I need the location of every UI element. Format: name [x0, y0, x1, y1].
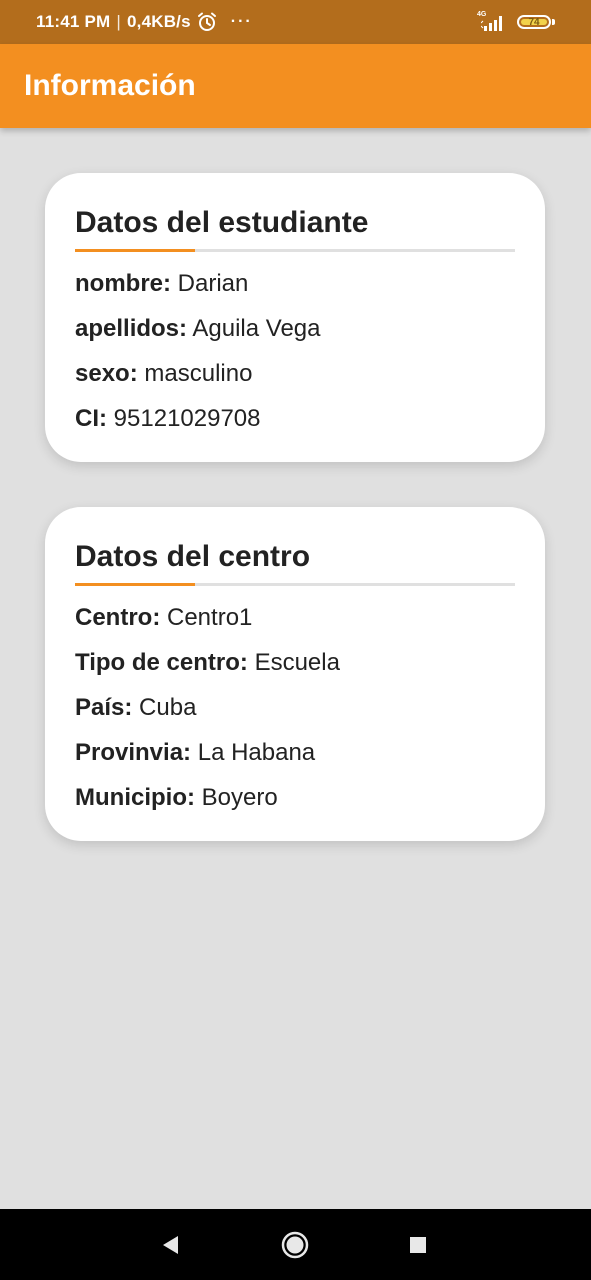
- field-value: masculino: [144, 360, 253, 387]
- field-value: Centro1: [167, 604, 253, 631]
- field-pais: País: Cuba: [75, 685, 515, 730]
- recent-apps-icon: [410, 1236, 426, 1253]
- field-label: Centro:: [75, 604, 161, 631]
- cellular-signal-icon: 4G: [477, 11, 509, 33]
- status-bar: 11:41 PM | 0,4KB/s ··· 4G 74: [0, 0, 591, 44]
- center-card-divider: [75, 583, 515, 586]
- field-label: País:: [75, 694, 133, 721]
- network-speed: 0,4KB/s: [127, 12, 191, 31]
- field-value: Boyero: [201, 784, 278, 811]
- student-card-divider: [75, 249, 515, 252]
- student-info-card: Datos del estudiante nombre: Darian apel…: [45, 173, 545, 462]
- center-info-card: Datos del centro Centro: Centro1 Tipo de…: [45, 507, 545, 841]
- page-title: Información: [24, 69, 196, 102]
- status-left: 11:41 PM | 0,4KB/s ···: [36, 0, 253, 44]
- field-label: Municipio:: [75, 784, 195, 811]
- field-value: La Habana: [197, 739, 316, 766]
- field-sexo: sexo: masculino: [75, 351, 515, 396]
- student-card-title: Datos del estudiante: [75, 206, 369, 239]
- field-value: Aguila Vega: [192, 315, 321, 342]
- battery-icon: 74: [517, 15, 551, 29]
- student-fields: nombre: Darian apellidos: Aguila Vega se…: [75, 261, 515, 441]
- battery-tip: [552, 19, 555, 25]
- field-value: 95121029708: [113, 405, 261, 432]
- more-notifications-icon: ···: [230, 13, 253, 30]
- field-apellidos: apellidos: Aguila Vega: [75, 306, 515, 351]
- battery-level: 74: [528, 16, 540, 28]
- status-time: 11:41 PM: [36, 12, 111, 31]
- field-ci: CI: 95121029708: [75, 396, 515, 441]
- field-value: Escuela: [254, 649, 340, 676]
- field-label: Provinvia:: [75, 739, 192, 766]
- field-nombre: nombre: Darian: [75, 261, 515, 306]
- student-card-divider-accent: [75, 249, 195, 252]
- field-label: apellidos:: [75, 315, 188, 342]
- home-button[interactable]: [265, 1209, 325, 1280]
- field-municipio: Municipio: Boyero: [75, 775, 515, 820]
- center-card-title: Datos del centro: [75, 540, 311, 573]
- recent-apps-button[interactable]: [388, 1209, 448, 1280]
- field-value: Darian: [177, 270, 249, 297]
- field-provincia: Provinvia: La Habana: [75, 730, 515, 775]
- field-label: nombre:: [75, 270, 171, 297]
- center-fields: Centro: Centro1 Tipo de centro: Escuela …: [75, 595, 515, 820]
- field-label: Tipo de centro:: [75, 649, 248, 676]
- status-separator: |: [116, 12, 121, 31]
- field-label: sexo:: [75, 360, 138, 387]
- field-value: Cuba: [139, 694, 197, 721]
- field-tipo-de-centro: Tipo de centro: Escuela: [75, 640, 515, 685]
- field-centro: Centro: Centro1: [75, 595, 515, 640]
- field-label: CI:: [75, 405, 107, 432]
- center-card-divider-accent: [75, 583, 195, 586]
- home-icon: [281, 1231, 309, 1258]
- status-right: 4G 74: [477, 0, 555, 44]
- navigation-bar: [0, 1209, 591, 1280]
- back-icon: [163, 1235, 178, 1254]
- back-button[interactable]: [141, 1209, 201, 1280]
- app-bar: Información: [0, 44, 591, 128]
- alarm-icon: [197, 12, 217, 32]
